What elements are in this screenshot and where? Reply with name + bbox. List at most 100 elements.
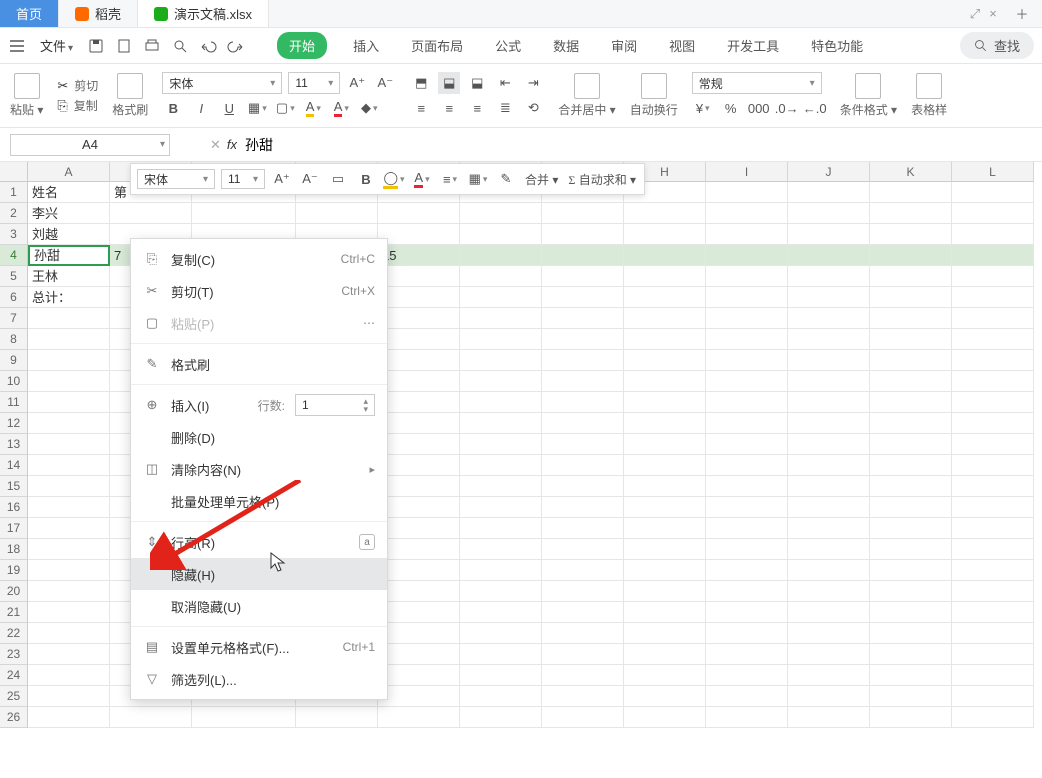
cell[interactable] xyxy=(706,581,788,602)
cell[interactable] xyxy=(870,329,952,350)
cell[interactable] xyxy=(460,665,542,686)
cell[interactable] xyxy=(378,539,460,560)
justify-icon[interactable]: ≣ xyxy=(494,97,516,119)
cell[interactable] xyxy=(542,371,624,392)
cell[interactable] xyxy=(870,224,952,245)
tab-close-icon[interactable]: × xyxy=(984,0,1002,27)
cell[interactable] xyxy=(28,518,110,539)
cell[interactable]: 总计： xyxy=(28,287,110,308)
cell[interactable] xyxy=(870,623,952,644)
cell[interactable] xyxy=(788,350,870,371)
conditional-format-button[interactable]: 条件格式 ▾ xyxy=(840,73,897,118)
row-header[interactable]: 20 xyxy=(0,581,28,602)
row-header[interactable]: 18 xyxy=(0,539,28,560)
cell[interactable] xyxy=(460,329,542,350)
save-icon[interactable] xyxy=(87,37,105,55)
cell[interactable] xyxy=(378,434,460,455)
cell[interactable] xyxy=(460,371,542,392)
tab-popout-icon[interactable]: ⤢ xyxy=(966,0,984,27)
cell[interactable] xyxy=(788,665,870,686)
cell[interactable] xyxy=(624,350,706,371)
cell[interactable]: 15 xyxy=(378,245,460,266)
insert-rows-input[interactable]: 1 ▴▾ xyxy=(295,394,375,416)
cut-button[interactable]: 剪切 xyxy=(74,77,98,94)
cell[interactable] xyxy=(706,623,788,644)
align-top-icon[interactable]: ⬒ xyxy=(410,72,432,94)
cell[interactable] xyxy=(706,539,788,560)
cell[interactable] xyxy=(870,287,952,308)
cell[interactable] xyxy=(952,182,1034,203)
cell[interactable] xyxy=(624,329,706,350)
comma-icon[interactable]: 000 xyxy=(748,97,770,119)
orientation-icon[interactable]: ⟲ xyxy=(522,97,544,119)
cell[interactable] xyxy=(296,707,378,728)
cell[interactable] xyxy=(624,287,706,308)
cell[interactable] xyxy=(706,434,788,455)
cell[interactable] xyxy=(870,539,952,560)
cell[interactable] xyxy=(624,455,706,476)
mini-bold-icon[interactable]: B xyxy=(355,168,377,190)
cell[interactable] xyxy=(706,392,788,413)
tab-view[interactable]: 视图 xyxy=(663,32,701,59)
ctx-copy[interactable]: ⎘ 复制(C) Ctrl+C xyxy=(131,243,387,275)
cell[interactable] xyxy=(542,707,624,728)
cell[interactable] xyxy=(542,455,624,476)
format-painter-button[interactable]: 格式刷 xyxy=(112,73,148,118)
cell[interactable] xyxy=(460,707,542,728)
cell[interactable] xyxy=(28,602,110,623)
cell[interactable]: 王林 xyxy=(28,266,110,287)
cell[interactable] xyxy=(192,707,296,728)
align-middle-icon[interactable]: ⬓ xyxy=(438,72,460,94)
ctx-filter-column[interactable]: ▽ 筛选列(L)... xyxy=(131,663,387,695)
col-header[interactable]: J xyxy=(788,162,870,182)
align-left-icon[interactable]: ≡ xyxy=(410,97,432,119)
cell[interactable] xyxy=(788,371,870,392)
cell[interactable] xyxy=(378,224,460,245)
cell[interactable] xyxy=(28,434,110,455)
number-format-select[interactable]: 常规▾ xyxy=(692,72,822,94)
align-right-icon[interactable]: ≡ xyxy=(466,97,488,119)
row-header[interactable]: 11 xyxy=(0,392,28,413)
cell[interactable] xyxy=(378,665,460,686)
cell[interactable] xyxy=(542,224,624,245)
cell[interactable] xyxy=(378,455,460,476)
increase-indent-icon[interactable]: ⇥ xyxy=(522,72,544,94)
cell[interactable] xyxy=(378,560,460,581)
cell[interactable] xyxy=(624,413,706,434)
cell[interactable] xyxy=(788,266,870,287)
cell[interactable] xyxy=(624,497,706,518)
cell[interactable] xyxy=(460,203,542,224)
cell[interactable] xyxy=(870,560,952,581)
cell[interactable] xyxy=(460,497,542,518)
cell[interactable] xyxy=(952,371,1034,392)
row-header[interactable]: 3 xyxy=(0,224,28,245)
ctx-hide[interactable]: 隐藏(H) xyxy=(131,558,387,590)
cell[interactable] xyxy=(378,518,460,539)
row-header[interactable]: 17 xyxy=(0,518,28,539)
cell[interactable] xyxy=(624,266,706,287)
cell[interactable] xyxy=(706,476,788,497)
cell[interactable] xyxy=(460,245,542,266)
cell[interactable] xyxy=(378,203,460,224)
hamburger-icon[interactable] xyxy=(8,37,26,55)
cell[interactable] xyxy=(952,581,1034,602)
row-header[interactable]: 26 xyxy=(0,707,28,728)
cell[interactable] xyxy=(706,665,788,686)
cell[interactable] xyxy=(788,518,870,539)
mini-border-icon[interactable]: ▦ xyxy=(467,168,489,190)
cell[interactable] xyxy=(788,287,870,308)
percent-icon[interactable]: % xyxy=(720,97,742,119)
ctx-unhide[interactable]: 取消隐藏(U) xyxy=(131,590,387,622)
cell[interactable] xyxy=(460,434,542,455)
tab-formula[interactable]: 公式 xyxy=(489,32,527,59)
effects-icon[interactable]: ◆ xyxy=(358,97,380,119)
cell[interactable]: 姓名 xyxy=(28,182,110,203)
cell[interactable] xyxy=(788,455,870,476)
cell[interactable] xyxy=(624,581,706,602)
cell[interactable] xyxy=(952,497,1034,518)
row-header[interactable]: 21 xyxy=(0,602,28,623)
cell[interactable] xyxy=(28,707,110,728)
paste-button[interactable]: 粘贴 ▾ xyxy=(10,73,43,118)
row-header[interactable]: 4 xyxy=(0,245,28,266)
cell[interactable] xyxy=(624,644,706,665)
